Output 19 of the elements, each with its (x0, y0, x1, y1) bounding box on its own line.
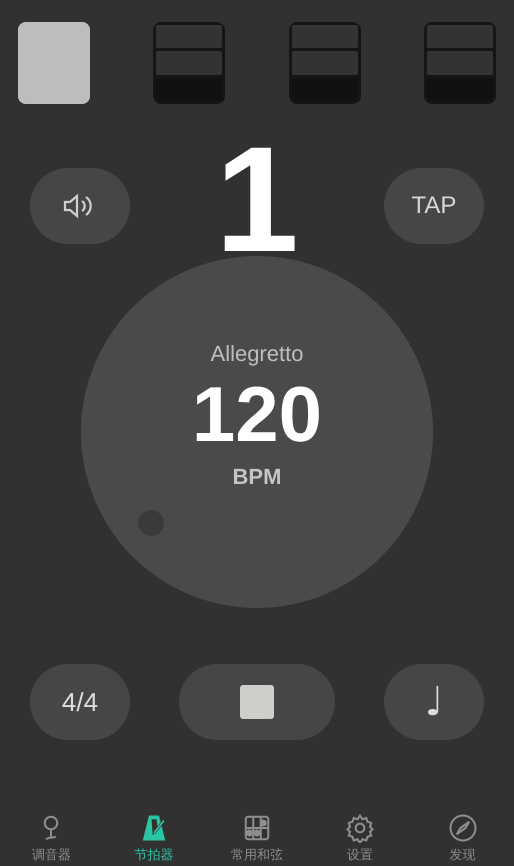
note-value-button[interactable]: ♩ (384, 664, 484, 740)
tempo-dial[interactable]: Allegretto 120 BPM (81, 256, 433, 608)
tab-bar-item[interactable]: 节拍器 (114, 812, 194, 864)
tempo-name: Allegretto (210, 340, 304, 368)
tab-bar-item[interactable]: 常用和弦 (216, 812, 297, 864)
compass-icon (448, 812, 478, 842)
beat-indicator[interactable] (424, 22, 496, 104)
tab-bar-item[interactable]: 调音器 (11, 812, 92, 864)
bpm-unit: BPM (232, 463, 282, 491)
bpm-value: 120 (192, 374, 322, 454)
stop-icon (240, 685, 274, 719)
beat-indicator[interactable] (288, 22, 361, 104)
tab-bar-item[interactable]: 发现 (422, 812, 503, 864)
beat-indicator[interactable] (153, 22, 226, 104)
time-signature-button[interactable]: 4/4 (30, 664, 130, 740)
beat-indicator[interactable] (18, 22, 90, 104)
settings-icon (344, 812, 375, 842)
tab-bar-item[interactable]: 设置 (320, 812, 400, 864)
tap-button[interactable]: TAP (384, 168, 484, 244)
